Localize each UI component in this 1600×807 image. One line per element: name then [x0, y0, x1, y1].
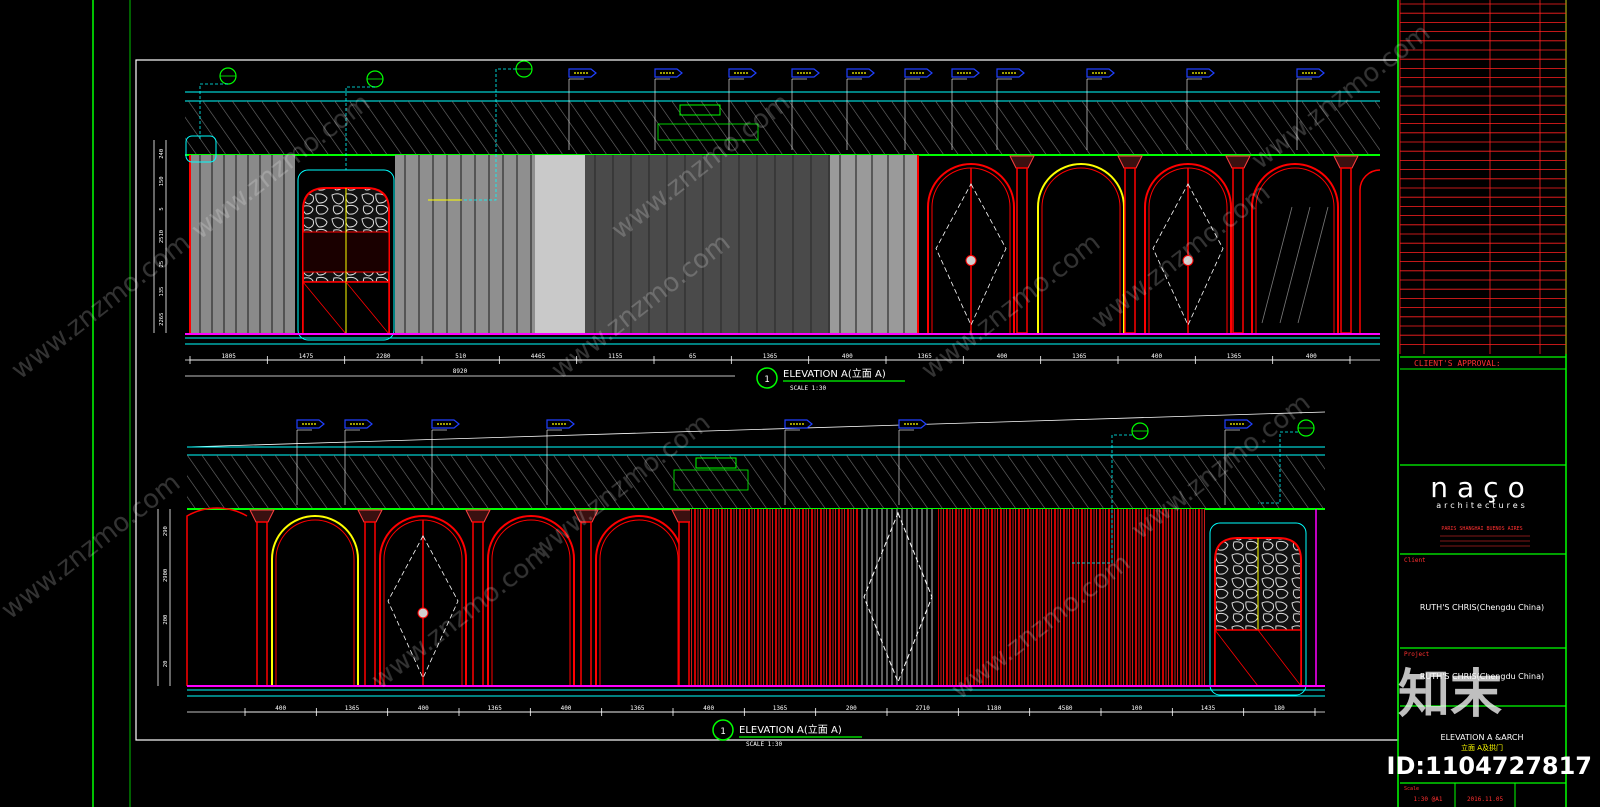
dimension-label: 1180	[987, 705, 1002, 712]
scale-text-top: SCALE 1:30	[790, 385, 827, 392]
scale-text-bottom: SCALE 1:30	[746, 741, 783, 748]
site-watermark: www.znzmo.com	[366, 538, 556, 696]
column	[1225, 155, 1251, 334]
height-label: 135	[159, 287, 165, 297]
height-label: 150	[159, 176, 165, 186]
dimension-label: 400	[1306, 353, 1317, 360]
dimension-label: 400	[1151, 353, 1162, 360]
drawing-date: 2016.11.05	[1467, 796, 1504, 803]
scale-label: Scale	[1404, 786, 1419, 792]
dimension-label: 180	[1274, 705, 1285, 712]
dimension-label: 1475	[299, 353, 314, 360]
height-label: 2265	[159, 313, 165, 326]
dimension-label: 1365	[345, 705, 360, 712]
wine-cabinet-bottom	[1209, 509, 1317, 696]
title-number-bottom: 1	[720, 727, 725, 737]
revision-grid	[1399, 0, 1567, 354]
dimension-label: 1365	[773, 705, 788, 712]
dimension-label: 1365	[1072, 353, 1087, 360]
dimension-label: 400	[842, 353, 853, 360]
column	[357, 509, 383, 687]
dimension-label: 4465	[531, 353, 546, 360]
column	[249, 509, 275, 687]
firm-logo: naço	[1430, 471, 1533, 504]
arch	[595, 515, 683, 686]
site-watermark: www.znzmo.com	[916, 228, 1106, 386]
dimension-label: 2710	[915, 705, 930, 712]
panel-wall-top	[189, 155, 918, 333]
dimension-label: 510	[455, 353, 466, 360]
dimension-label: 4580	[1058, 705, 1073, 712]
drawing-title-cn: 立面 A及拱门	[1461, 743, 1503, 752]
drawing-title: ELEVATION A &ARCH	[1441, 733, 1524, 742]
elevation-bottom: 400 1365 400 1365 400 1365 400 1365 200 2710 1180 4…	[157, 411, 1326, 748]
dimension-label: 2280	[376, 353, 391, 360]
dimension-label: 1365	[630, 705, 645, 712]
dimension-label: 400	[275, 705, 286, 712]
id-watermark: ID:1104727817	[1387, 752, 1592, 780]
height-dimensions-top: 24015052510251352265	[153, 140, 167, 333]
brand-watermark: 知末	[1398, 665, 1502, 725]
dimension-label: 100	[1131, 705, 1142, 712]
firm-line: PARIS SHANGHAI BUENOS AIRES	[1441, 526, 1522, 532]
height-dimensions-bottom: 290 2900 200 20	[157, 509, 171, 686]
dimension-label: 1365	[1227, 353, 1242, 360]
dimension-label: 1365	[487, 705, 502, 712]
site-watermark: www.znzmo.com	[6, 228, 196, 386]
dimension-label: 1435	[1201, 705, 1216, 712]
height-label: 290	[163, 526, 169, 536]
dimension-label: 1805	[221, 353, 236, 360]
cad-drawing: 1805 1475 2280 510 4465 1155 65 1365 400 1365 400 1…	[0, 0, 1592, 807]
client-approval-label: CLIENT'S APPROVAL:	[1414, 359, 1501, 368]
elevation-title-text-bottom: ELEVATION A(立面 A)	[739, 723, 842, 736]
dimension-label: 65	[689, 353, 697, 360]
height-label: 5	[159, 207, 165, 210]
dimensions-top: 1805 1475 2280 510 4465 1155 65 1365 400 1365 400 1…	[189, 353, 1351, 375]
dimension-label: 1155	[608, 353, 623, 360]
dimension-label: 1365	[763, 353, 778, 360]
height-label: 200	[163, 615, 169, 625]
striped-wall-bottom	[690, 509, 1205, 686]
dimension-label: 400	[703, 705, 714, 712]
elevation-title-bottom: 1 ELEVATION A(立面 A) SCALE 1:30	[712, 719, 862, 748]
overall-dimension: 8920	[453, 368, 468, 375]
arches-bottom	[186, 507, 697, 687]
title-number-top: 1	[764, 375, 769, 385]
elevation-title-text-top: ELEVATION A(立面 A)	[783, 367, 886, 380]
client-name: RUTH'S CHRIS(Chengdu China)	[1420, 603, 1544, 612]
height-label: 240	[159, 149, 165, 159]
wine-cabinet-top	[297, 169, 395, 341]
height-label: 20	[163, 661, 169, 668]
client-label: Client	[1404, 557, 1426, 564]
dimension-label: 200	[846, 705, 857, 712]
height-label: 2900	[163, 569, 169, 582]
project-label: Project	[1404, 651, 1430, 658]
firm-logo-sub: architectures	[1436, 501, 1528, 510]
scale-value: 1:30 @A1	[1414, 796, 1443, 803]
site-watermark: www.znzmo.com	[1086, 178, 1276, 336]
dimensions-bottom: 400 1365 400 1365 400 1365 400 1365 200 2710 1180 4…	[244, 705, 1316, 716]
elevation-title-top: 1 ELEVATION A(立面 A) SCALE 1:30	[756, 367, 905, 392]
dimension-label: 400	[561, 705, 572, 712]
arch	[271, 515, 359, 686]
watermark-brand: 知末 ID:1104727817	[1387, 665, 1592, 780]
dimension-label: 400	[418, 705, 429, 712]
dimension-label: 400	[997, 353, 1008, 360]
